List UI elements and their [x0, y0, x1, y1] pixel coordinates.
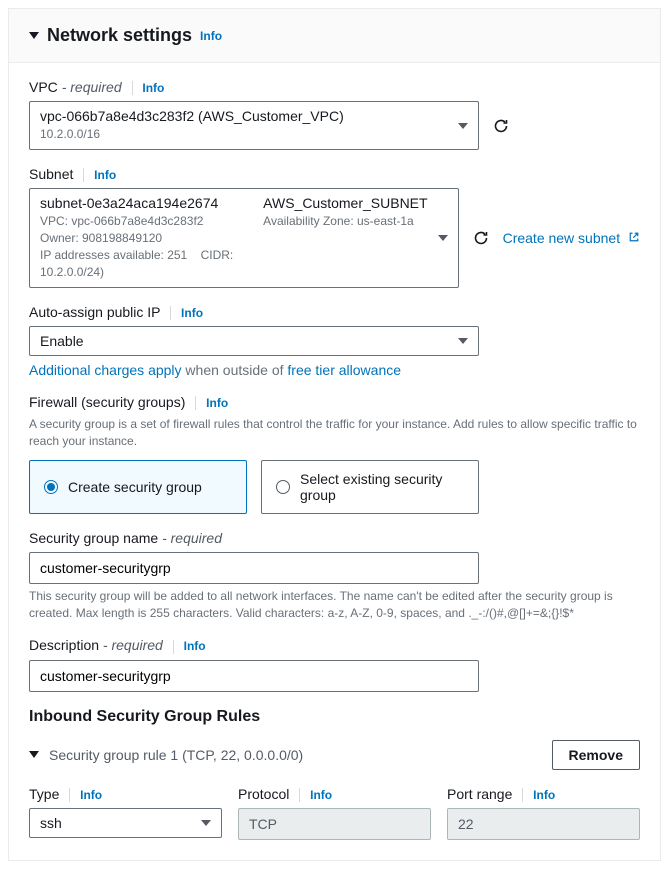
- subnet-ips: IP addresses available: 251: [40, 248, 187, 262]
- chevron-down-icon: [458, 123, 468, 129]
- chevron-down-icon: [458, 338, 468, 344]
- autoip-value: Enable: [40, 333, 84, 349]
- refresh-icon[interactable]: [473, 230, 489, 246]
- radio-existing-sg[interactable]: Select existing security group: [261, 460, 479, 514]
- sgdesc-label: Description: [29, 637, 99, 653]
- autoip-select[interactable]: Enable: [29, 326, 479, 356]
- info-link-header[interactable]: Info: [200, 29, 222, 43]
- sgname-input[interactable]: [29, 552, 479, 584]
- vpc-info[interactable]: Info: [142, 81, 164, 95]
- type-value: ssh: [40, 815, 62, 831]
- sgdesc-input[interactable]: [29, 660, 479, 692]
- port-info[interactable]: Info: [533, 788, 555, 802]
- radio-existing-label: Select existing security group: [300, 471, 464, 503]
- chevron-down-icon: [201, 820, 211, 826]
- sgname-required: - required: [162, 530, 222, 546]
- radio-create-sg[interactable]: Create security group: [29, 460, 247, 514]
- sgname-label: Security group name: [29, 530, 158, 546]
- sgdesc-required: - required: [103, 637, 163, 653]
- vpc-select[interactable]: vpc-066b7a8e4d3c283f2 (AWS_Customer_VPC)…: [29, 101, 479, 150]
- divider: [195, 396, 196, 410]
- divider: [299, 788, 300, 802]
- subnet-vpc: VPC: vpc-066b7a8e4d3c283f2: [40, 214, 203, 228]
- vpc-label: VPC: [29, 79, 58, 95]
- protocol-field: [238, 808, 431, 840]
- protocol-label: Protocol: [238, 786, 289, 802]
- port-field: [447, 808, 640, 840]
- port-label: Port range: [447, 786, 512, 802]
- freetier-link[interactable]: free tier allowance: [287, 362, 401, 378]
- vpc-required: - required: [62, 79, 122, 95]
- external-link-icon: [628, 231, 640, 243]
- charges-link[interactable]: Additional charges apply: [29, 362, 182, 378]
- divider: [132, 81, 133, 95]
- divider: [69, 788, 70, 802]
- sgdesc-info[interactable]: Info: [184, 639, 206, 653]
- divider: [173, 640, 174, 654]
- firewall-help: A security group is a set of firewall ru…: [29, 416, 640, 450]
- type-select[interactable]: ssh: [29, 808, 222, 838]
- firewall-label: Firewall (security groups): [29, 394, 185, 410]
- create-subnet-link[interactable]: Create new subnet: [503, 230, 640, 246]
- radio-create-label: Create security group: [68, 479, 202, 495]
- refresh-icon[interactable]: [493, 118, 509, 134]
- radio-icon: [44, 480, 58, 494]
- subnet-label: Subnet: [29, 166, 73, 182]
- collapse-toggle[interactable]: [29, 32, 39, 39]
- divider: [170, 306, 171, 320]
- subnet-info[interactable]: Info: [94, 168, 116, 182]
- subnet-value: subnet-0e3a24aca194e2674: [40, 195, 243, 211]
- type-info[interactable]: Info: [80, 788, 102, 802]
- protocol-info[interactable]: Info: [310, 788, 332, 802]
- inbound-title: Inbound Security Group Rules: [29, 708, 640, 726]
- autoip-note: Additional charges apply when outside of…: [29, 362, 640, 378]
- remove-rule-button[interactable]: Remove: [552, 740, 640, 770]
- autoip-label: Auto-assign public IP: [29, 304, 160, 320]
- divider: [83, 168, 84, 182]
- type-label: Type: [29, 786, 59, 802]
- section-title: Network settings: [47, 25, 192, 46]
- rule-summary: Security group rule 1 (TCP, 22, 0.0.0.0/…: [49, 747, 303, 763]
- autoip-info[interactable]: Info: [181, 306, 203, 320]
- chevron-down-icon: [438, 235, 448, 241]
- subnet-name: AWS_Customer_SUBNET: [263, 195, 427, 211]
- vpc-value: vpc-066b7a8e4d3c283f2 (AWS_Customer_VPC): [40, 108, 448, 124]
- divider: [522, 788, 523, 802]
- subnet-owner: Owner: 908198849120: [40, 231, 162, 245]
- vpc-cidr: 10.2.0.0/16: [40, 126, 448, 143]
- sgname-help: This security group will be added to all…: [29, 588, 640, 622]
- firewall-info[interactable]: Info: [206, 396, 228, 410]
- rule-toggle[interactable]: [29, 751, 39, 758]
- radio-icon: [276, 480, 290, 494]
- subnet-az: Availability Zone: us-east-1a: [263, 213, 427, 230]
- subnet-select[interactable]: subnet-0e3a24aca194e2674 VPC: vpc-066b7a…: [29, 188, 459, 287]
